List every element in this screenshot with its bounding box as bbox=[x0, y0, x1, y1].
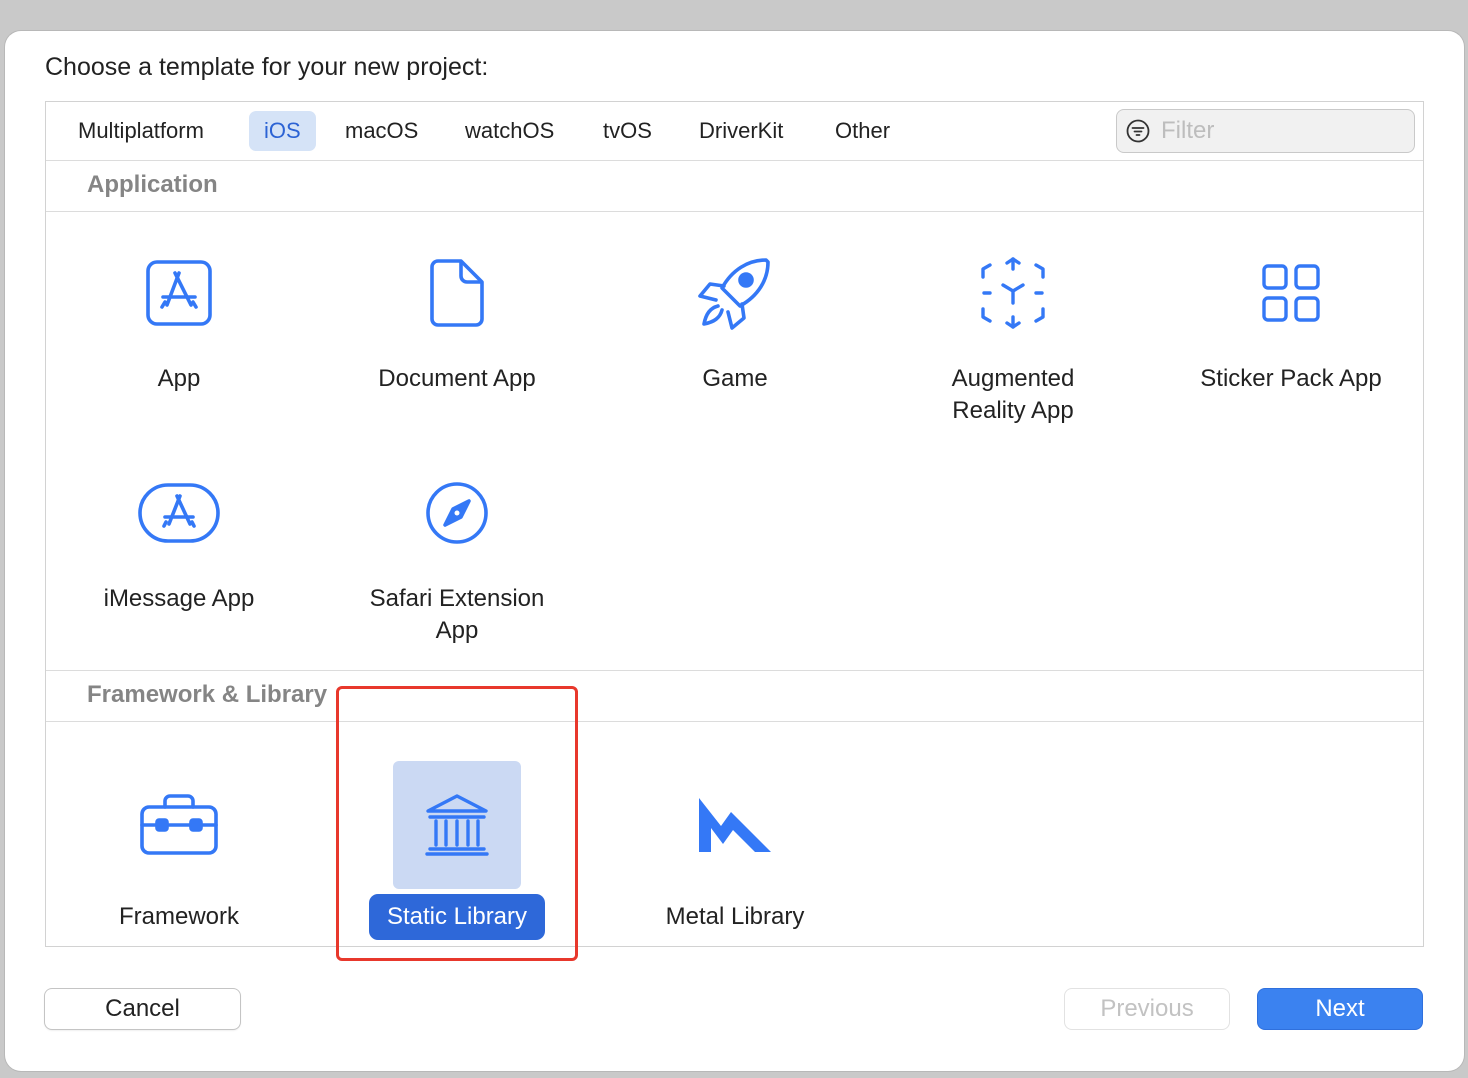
rocket-icon bbox=[671, 229, 799, 357]
template-panel: Multiplatform iOS macOS watchOS tvOS Dri… bbox=[45, 101, 1424, 947]
ar-cube-icon bbox=[949, 229, 1077, 357]
new-project-dialog: Choose a template for your new project: … bbox=[5, 31, 1464, 1071]
metal-icon bbox=[671, 761, 799, 889]
tab-macos[interactable]: macOS bbox=[330, 111, 433, 151]
app-store-icon bbox=[115, 229, 243, 357]
filter-icon bbox=[1126, 119, 1150, 143]
section-title: Framework & Library bbox=[87, 681, 328, 708]
section-header-framework-library: Framework & Library bbox=[46, 670, 1423, 722]
template-game[interactable]: Game bbox=[610, 229, 860, 429]
section-title: Application bbox=[87, 171, 218, 198]
cancel-button[interactable]: Cancel bbox=[45, 989, 240, 1029]
compass-icon bbox=[393, 449, 521, 577]
toolbox-icon bbox=[115, 761, 243, 889]
tab-other[interactable]: Other bbox=[820, 111, 905, 151]
previous-button[interactable]: Previous bbox=[1065, 989, 1229, 1029]
template-imessage-app[interactable]: iMessage App bbox=[54, 449, 304, 649]
platform-tab-bar: Multiplatform iOS macOS watchOS tvOS Dri… bbox=[46, 102, 1423, 161]
template-framework[interactable]: Framework bbox=[54, 761, 304, 941]
grid-icon bbox=[1227, 229, 1355, 357]
template-static-library[interactable]: Static Library bbox=[332, 761, 582, 941]
section-header-application: Application bbox=[46, 161, 1423, 212]
filter-field[interactable] bbox=[1116, 109, 1415, 153]
template-label: Metal Library bbox=[665, 903, 805, 930]
filter-input[interactable] bbox=[1159, 114, 1408, 148]
tab-multiplatform[interactable]: Multiplatform bbox=[63, 111, 219, 151]
template-metal-library[interactable]: Metal Library bbox=[610, 761, 860, 941]
template-safari-extension-app[interactable]: Safari Extension App bbox=[332, 449, 582, 669]
template-label: Framework bbox=[118, 903, 239, 930]
template-label: Document App bbox=[378, 365, 536, 392]
template-label: Sticker Pack App bbox=[1200, 365, 1382, 392]
template-label: App bbox=[157, 365, 201, 392]
tab-tvos[interactable]: tvOS bbox=[588, 111, 667, 151]
template-label: iMessage App bbox=[103, 585, 255, 612]
metal-logo-shape bbox=[699, 798, 771, 852]
template-label-selected: Static Library bbox=[369, 894, 545, 940]
tab-watchos[interactable]: watchOS bbox=[450, 111, 569, 151]
template-document-app[interactable]: Document App bbox=[332, 229, 582, 429]
dialog-prompt: Choose a template for your new project: bbox=[45, 53, 489, 81]
template-sticker-pack-app[interactable]: Sticker Pack App bbox=[1166, 229, 1416, 429]
template-app[interactable]: App bbox=[54, 229, 304, 429]
template-label: Game bbox=[702, 365, 768, 392]
template-label: Safari Extension App bbox=[369, 585, 545, 644]
template-augmented-reality-app[interactable]: Augmented Reality App bbox=[888, 229, 1138, 449]
building-columns-icon bbox=[393, 761, 521, 889]
next-button[interactable]: Next bbox=[1258, 989, 1422, 1029]
template-label: Augmented Reality App bbox=[951, 365, 1075, 424]
document-icon bbox=[393, 229, 521, 357]
tab-ios[interactable]: iOS bbox=[249, 111, 316, 151]
tab-driverkit[interactable]: DriverKit bbox=[684, 111, 798, 151]
imessage-app-icon bbox=[115, 449, 243, 577]
